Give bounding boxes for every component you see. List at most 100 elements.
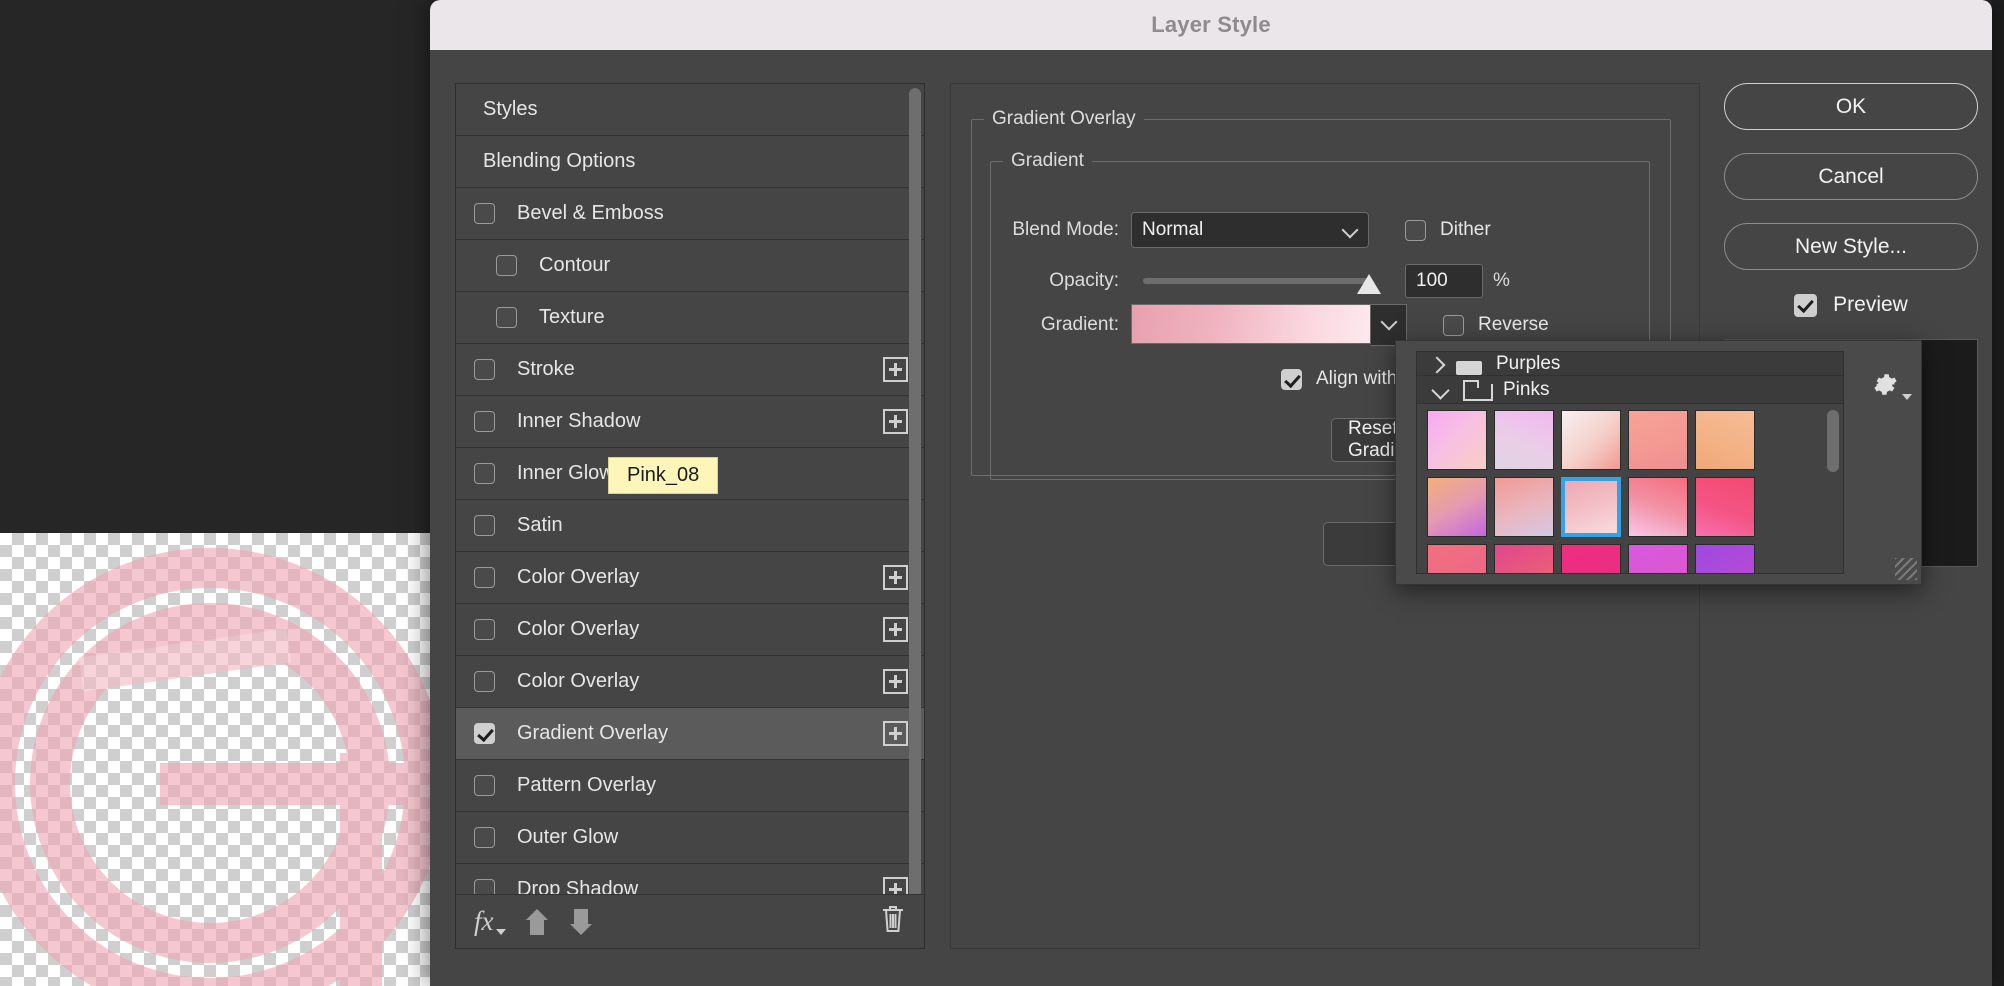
chevron-right-icon[interactable] [1433,361,1442,375]
duplicate-effect-button[interactable] [883,721,908,746]
gradient-subgroup-title: Gradient [1011,150,1084,171]
gradient-swatch[interactable] [1427,544,1487,573]
style-enable-checkbox[interactable] [496,255,517,276]
gradient-swatch[interactable] [1494,410,1554,470]
gradient-swatch[interactable] [1427,477,1487,537]
chevron-down-icon [1902,394,1912,400]
style-enable-checkbox[interactable] [474,671,495,692]
align-with-layer-checkbox[interactable] [1281,368,1302,390]
style-list-item[interactable]: Outer Glow [456,812,924,864]
chevron-down-icon [1341,221,1359,239]
layer-style-dialog: Layer Style Styles Blending Options Bevel … [430,0,1992,986]
style-list-item-label: Gradient Overlay [517,722,669,744]
gear-icon[interactable] [1872,371,1912,403]
duplicate-effect-button[interactable] [883,409,908,434]
trash-icon [883,906,903,932]
style-enable-checkbox[interactable] [474,723,495,744]
gear-glyph [1874,374,1897,395]
fx-menu-button[interactable]: fx [474,906,506,937]
reverse-row[interactable]: Reverse [1443,314,1549,336]
chevron-down-icon[interactable] [1433,382,1449,398]
ok-button-label: OK [1835,94,1867,118]
gradient-swatch[interactable] [1695,544,1755,573]
duplicate-effect-button[interactable] [883,669,908,694]
style-enable-checkbox[interactable] [474,203,495,224]
opacity-slider-track[interactable] [1143,274,1381,294]
dialog-titlebar[interactable]: Layer Style [430,0,1992,50]
gradient-swatch[interactable] [1628,544,1688,573]
move-effect-up-button[interactable] [525,908,548,935]
style-list-item[interactable]: Bevel & Emboss [456,188,924,240]
style-enable-checkbox[interactable] [474,463,495,484]
blend-mode-label: Blend Mode: [1012,219,1119,240]
style-list-item[interactable]: Color Overlay [456,656,924,708]
resize-grip-icon[interactable] [1895,558,1917,580]
gradient-group-row[interactable]: Pinks [1417,376,1843,404]
desktop-background [0,0,430,986]
gradient-preview-swatch[interactable] [1131,304,1371,344]
style-list-item[interactable]: Blending Options [456,136,924,188]
style-enable-checkbox[interactable] [474,515,495,536]
reverse-checkbox[interactable] [1443,314,1464,336]
style-enable-checkbox[interactable] [474,567,495,588]
style-list-item[interactable]: Satin [456,500,924,552]
style-list-item[interactable]: Styles [456,84,924,136]
delete-effect-button[interactable] [880,904,906,939]
style-list-item[interactable]: Stroke [456,344,924,396]
style-enable-checkbox[interactable] [474,619,495,640]
gradient-swatch[interactable] [1628,477,1688,537]
style-list-item[interactable]: Texture [456,292,924,344]
gradient-swatch-grid [1427,410,1843,573]
gradient-swatch[interactable] [1628,410,1688,470]
gradient-picker-scrollbar[interactable] [1827,380,1839,500]
style-enable-checkbox[interactable] [474,411,495,432]
gradient-swatch[interactable] [1427,410,1487,470]
style-list-item[interactable]: Contour [456,240,924,292]
move-effect-down-button[interactable] [569,908,592,935]
duplicate-effect-button[interactable] [883,617,908,642]
style-enable-checkbox[interactable] [474,827,495,848]
styles-list-panel: Styles Blending Options Bevel & Emboss Cont… [455,83,925,949]
ok-button[interactable]: OK [1724,83,1978,130]
style-list-item[interactable]: Color Overlay [456,604,924,656]
cancel-button[interactable]: Cancel [1724,153,1978,200]
style-list-item-label: Color Overlay [517,618,640,640]
style-list-item[interactable]: Pattern Overlay [456,760,924,812]
opacity-slider-knob[interactable] [1357,274,1381,294]
chevron-down-icon [495,929,506,935]
dither-row[interactable]: Dither [1405,219,1491,241]
style-enable-checkbox[interactable] [496,307,517,328]
style-list-item[interactable]: Drop Shadow [456,864,924,894]
duplicate-effect-button[interactable] [883,877,908,894]
preview-checkbox[interactable] [1794,293,1818,317]
style-list-item-label: Outer Glow [517,826,619,848]
duplicate-effect-button[interactable] [883,357,908,382]
gradient-swatch[interactable] [1695,477,1755,537]
gradient-swatch[interactable] [1561,410,1621,470]
style-list-item-label: Stroke [517,358,575,380]
preview-toggle-row[interactable]: Preview [1724,293,1978,317]
style-enable-checkbox[interactable] [474,775,495,796]
new-style-button[interactable]: New Style... [1724,223,1978,270]
gradient-swatch[interactable] [1494,544,1554,573]
opacity-slider[interactable] [1143,274,1381,294]
gradient-swatch[interactable] [1494,477,1554,537]
opacity-input[interactable]: 100 [1405,264,1483,298]
style-list-item[interactable]: Gradient Overlay [456,708,924,760]
style-list-item[interactable]: Color Overlay [456,552,924,604]
gradient-swatch[interactable] [1695,410,1755,470]
duplicate-effect-button[interactable] [883,565,908,590]
styles-list-scrollbar-thumb[interactable] [909,88,921,894]
gradient-swatch[interactable] [1561,477,1621,537]
styles-list-scrollbar[interactable] [909,88,921,894]
gradient-picker-control[interactable] [1131,304,1407,346]
style-enable-checkbox[interactable] [474,359,495,380]
gradient-picker-scrollbar-thumb[interactable] [1827,410,1839,472]
folder-icon [1463,380,1493,401]
style-list-item[interactable]: Inner Shadow [456,396,924,448]
gradient-group-row[interactable]: Purples [1417,352,1843,376]
dither-checkbox[interactable] [1405,219,1426,241]
gradient-swatch[interactable] [1561,544,1621,573]
blend-mode-select[interactable]: Normal [1131,212,1369,248]
style-enable-checkbox[interactable] [474,879,495,894]
